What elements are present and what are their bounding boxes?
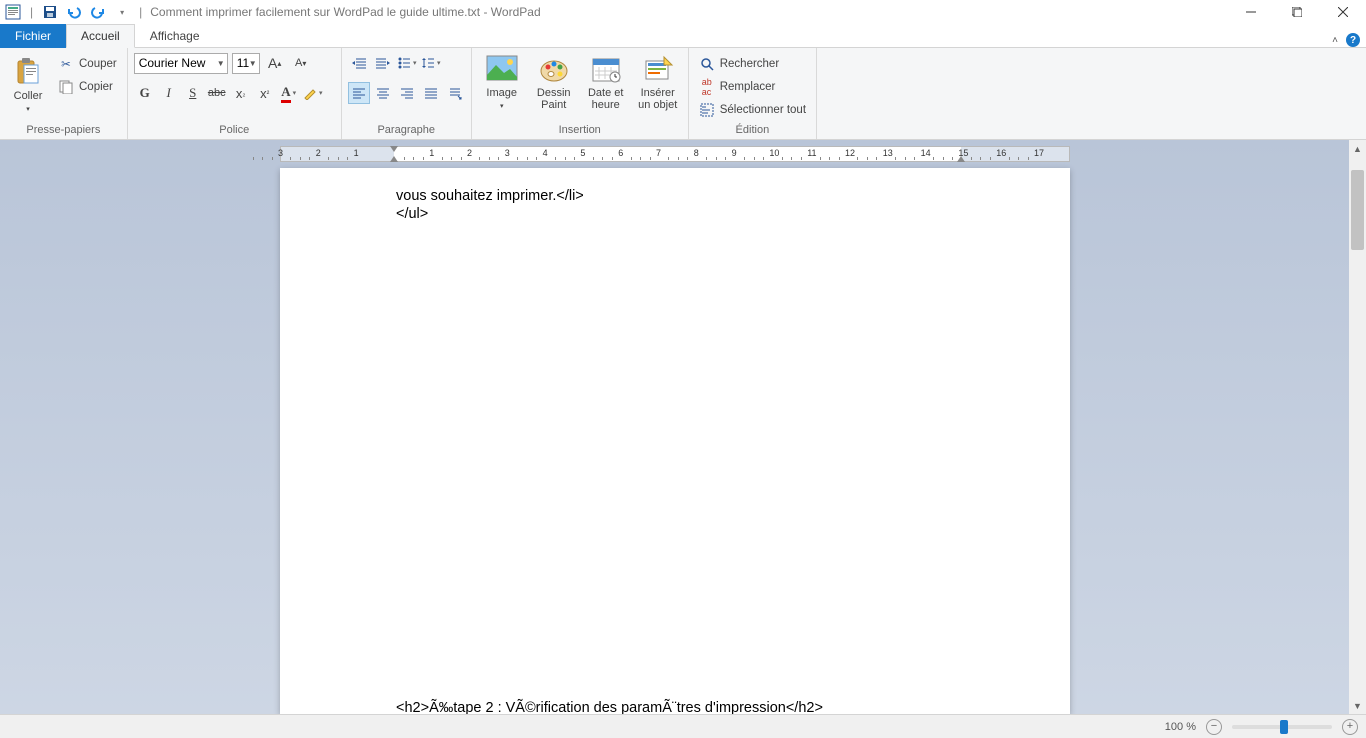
group-insert: Image▾ Dessin Paint Date et heure Insére… [472,48,689,139]
find-icon [699,56,715,72]
app-icon[interactable] [2,1,24,23]
document-content[interactable]: vous souhaitez imprimer.</li> </ul> <h2>… [396,188,1010,714]
save-icon[interactable] [39,1,61,23]
separator: | [139,5,142,19]
group-label-clipboard: Presse-papiers [6,122,121,139]
replace-button[interactable]: abac Remplacer [695,77,810,97]
highlight-button[interactable] [302,82,324,104]
ribbon-help-area: ˄ ? [1332,33,1366,47]
align-center-button[interactable] [372,82,394,104]
bold-button[interactable]: G [134,82,156,104]
maximize-button[interactable] [1274,0,1320,24]
zoom-slider[interactable] [1232,725,1332,729]
align-left-button[interactable] [348,82,370,104]
cut-icon: ✂ [58,56,74,72]
object-icon [641,52,675,86]
italic-button[interactable]: I [158,82,180,104]
group-editing: Rechercher abac Remplacer Sélectionner t… [689,48,817,139]
font-size-combo[interactable]: 11▼ [232,53,260,74]
replace-icon: abac [699,79,715,95]
zoom-in-button[interactable]: + [1342,719,1358,735]
group-label-paragraph: Paragraphe [348,122,465,139]
zoom-out-button[interactable]: − [1206,719,1222,735]
window-title: Comment imprimer facilement sur WordPad … [150,5,540,19]
help-icon[interactable]: ? [1346,33,1360,47]
increase-indent-button[interactable] [372,52,394,74]
strikethrough-button[interactable]: abc [206,82,228,104]
decrease-indent-button[interactable] [348,52,370,74]
scroll-up-icon[interactable]: ▲ [1349,140,1366,157]
scroll-down-icon[interactable]: ▼ [1349,697,1366,714]
font-color-button[interactable]: A [278,82,300,104]
minimize-button[interactable] [1228,0,1274,24]
list-button[interactable] [396,52,418,74]
collapse-ribbon-icon[interactable]: ˄ [1332,35,1338,46]
group-label-editing: Édition [695,122,810,139]
ribbon: Coller▾ ✂ Couper Copier Presse-papiers [0,48,1366,140]
title-bar: | ▾ | Comment imprimer facilement sur Wo… [0,0,1366,24]
redo-icon[interactable] [87,1,109,23]
zoom-slider-knob[interactable] [1280,720,1288,734]
grow-font-button[interactable]: A▴ [264,52,286,74]
cut-button[interactable]: ✂ Couper [54,54,121,74]
insert-object-button[interactable]: Insérer un objet [634,52,682,118]
undo-icon[interactable] [63,1,85,23]
paste-button[interactable]: Coller▾ [6,52,50,118]
select-all-icon [699,102,715,118]
tab-file[interactable]: Fichier [0,24,66,48]
tab-view[interactable]: Affichage [135,24,215,48]
document-area: 3211234567891011121314151617 vous souhai… [0,140,1366,714]
group-paragraph: Paragraphe [342,48,472,139]
align-right-button[interactable] [396,82,418,104]
select-all-button[interactable]: Sélectionner tout [695,100,810,120]
paragraph-dialog-button[interactable] [444,82,466,104]
image-icon [485,52,519,86]
copy-icon [58,79,74,95]
window-controls [1228,0,1366,24]
insert-image-button[interactable]: Image▾ [478,52,526,118]
group-label-font: Police [134,122,335,139]
insert-datetime-button[interactable]: Date et heure [582,52,630,118]
page[interactable]: vous souhaitez imprimer.</li> </ul> <h2>… [280,168,1070,714]
underline-button[interactable]: S [182,82,204,104]
subscript-button[interactable]: x₂ [230,82,252,104]
qat-dropdown-icon[interactable]: ▾ [111,1,133,23]
group-label-insert: Insertion [478,122,682,139]
ribbon-tabs: Fichier Accueil Affichage ˄ ? [0,24,1366,48]
ruler[interactable]: 3211234567891011121314151617 [280,146,1070,162]
zoom-level-label: 100 % [1165,721,1196,733]
close-button[interactable] [1320,0,1366,24]
superscript-button[interactable]: x² [254,82,276,104]
line-spacing-button[interactable] [420,52,442,74]
quick-access-toolbar: | ▾ | [0,1,146,23]
align-justify-button[interactable] [420,82,442,104]
shrink-font-button[interactable]: A▾ [290,52,312,74]
scrollbar-thumb[interactable] [1351,170,1364,250]
copy-button[interactable]: Copier [54,77,121,97]
find-button[interactable]: Rechercher [695,54,810,74]
group-clipboard: Coller▾ ✂ Couper Copier Presse-papiers [0,48,128,139]
tab-home[interactable]: Accueil [66,24,135,48]
paste-icon [12,56,44,88]
status-bar: 100 % − + [0,714,1366,738]
vertical-scrollbar[interactable]: ▲ ▼ [1349,140,1366,714]
calendar-icon [589,52,623,86]
paint-icon [537,52,571,86]
separator: | [30,5,33,19]
font-name-combo[interactable]: Courier New▼ [134,53,228,74]
insert-paint-button[interactable]: Dessin Paint [530,52,578,118]
group-font: Courier New▼ 11▼ A▴ A▾ G I S abc x₂ x² A [128,48,342,139]
